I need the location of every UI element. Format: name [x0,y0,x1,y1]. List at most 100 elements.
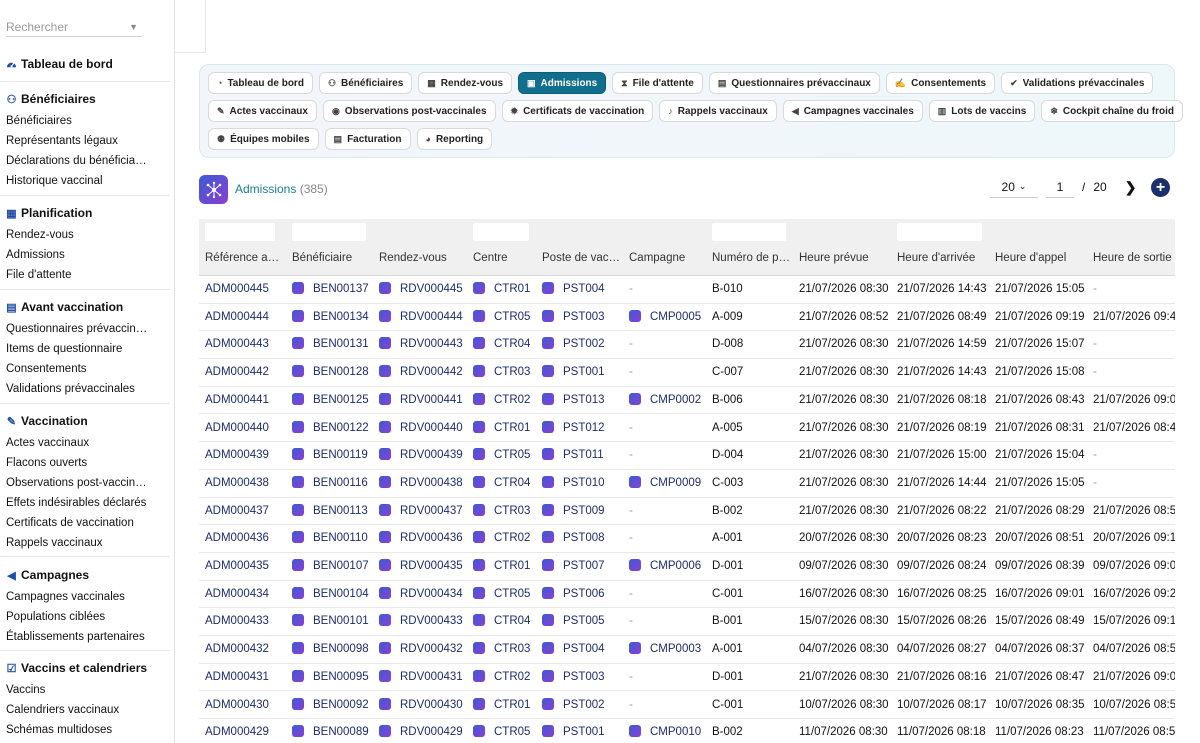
table-cell[interactable]: BEN00125 [292,387,376,414]
table-cell[interactable]: ADM000438 [205,470,289,497]
table-row[interactable]: ADM000445 BEN00137 RDV000445 CTR01 PST004 - B-… [199,276,1175,304]
sidebar-item[interactable]: Campagnes vaccinales [6,587,166,607]
filter-input-numero[interactable] [712,223,786,241]
table-row[interactable]: ADM000433 BEN00101 RDV000433 CTR04 PST005 - B-… [199,608,1175,637]
sidebar-item[interactable]: Certificats de vaccination [6,513,166,533]
column-header[interactable]: Heure d'arrivée [897,252,989,264]
table-row[interactable]: ADM000431 BEN00095 RDV000431 CTR02 PST003 - D-… [199,664,1175,692]
filter-input-beneficiaire[interactable] [292,223,366,241]
table-cell[interactable]: ADM000430 [205,692,289,719]
table-cell[interactable]: CTR05 [473,719,537,743]
table-cell[interactable]: CTR04 [473,470,537,497]
table-cell[interactable]: RDV000433 [379,608,468,635]
table-cell[interactable]: PST001 [542,359,626,386]
sidebar-item[interactable]: Déclarations du bénéficia… [6,151,166,171]
nav-tab-consentements[interactable]: ✍ Consentements [885,72,996,94]
table-cell[interactable]: PST001 [542,719,626,743]
filter-input-heure-arrivee[interactable] [897,223,982,241]
nav-tab-rappels-vaccinaux[interactable]: ♪ Rappels vaccinaux [659,100,777,122]
sidebar-item[interactable]: Historique vaccinal [6,171,166,191]
table-row[interactable]: ADM000432 BEN00098 RDV000432 CTR03 PST004 CMP… [199,636,1175,664]
table-cell[interactable]: ADM000440 [205,415,289,442]
table-cell[interactable]: BEN00131 [292,331,376,358]
sidebar-item[interactable]: Vaccins [6,680,166,700]
table-cell[interactable]: BEN00137 [292,276,376,303]
table-cell[interactable]: RDV000429 [379,719,468,743]
table-cell[interactable]: PST003 [542,664,626,691]
nav-tab-questionnaires-pr-vaccinaux[interactable]: ▤ Questionnaires prévaccinaux [708,72,880,94]
table-row[interactable]: ADM000443 BEN00131 RDV000443 CTR04 PST002 - D-… [199,331,1175,360]
table-cell[interactable]: ADM000435 [205,553,289,580]
table-cell[interactable]: BEN00095 [292,664,376,691]
sidebar-item[interactable]: Bénéficiaires [6,111,166,131]
sidebar-item[interactable]: Rendez-vous [6,225,166,245]
sidebar-section-title[interactable]: ◀ Campagnes [6,567,166,583]
table-cell[interactable]: PST002 [542,692,626,719]
table-cell[interactable]: BEN00104 [292,581,376,608]
column-header[interactable]: Campagne [629,252,704,264]
table-cell[interactable]: ADM000441 [205,387,289,414]
page-size-select[interactable]: 20 ⌄ [990,176,1038,198]
table-cell[interactable]: BEN00128 [292,359,376,386]
nav-tab--quipes-mobiles[interactable]: ⚉ Équipes mobiles [208,128,319,150]
table-cell[interactable]: CMP0005 [629,304,708,331]
table-cell[interactable]: ADM000445 [205,276,289,303]
nav-tab-reporting[interactable]: ◕ Reporting [416,128,493,150]
table-cell[interactable]: ADM000444 [205,304,289,331]
table-row[interactable]: ADM000441 BEN00125 RDV000441 CTR02 PST013 CMP… [199,387,1175,415]
table-cell[interactable]: ADM000439 [205,442,289,469]
table-row[interactable]: ADM000430 BEN00092 RDV000430 CTR01 PST002 - C-… [199,692,1175,720]
nav-tab-facturation[interactable]: ▤ Facturation [324,128,411,150]
table-cell[interactable]: PST005 [542,608,626,635]
column-header[interactable]: Référence a… [205,252,285,264]
sidebar-item[interactable]: Schémas multidoses [6,720,166,740]
sidebar-section-title[interactable]: ▤ Avant vaccination [6,299,166,315]
sidebar-item[interactable]: File d'attente [6,265,166,285]
table-cell[interactable]: CMP0002 [629,387,708,414]
column-header[interactable]: Numéro de p… [712,252,792,264]
table-row[interactable]: ADM000429 BEN00089 RDV000429 CTR05 PST001 CMP… [199,719,1175,743]
table-cell[interactable]: PST004 [542,276,626,303]
table-cell[interactable]: BEN00134 [292,304,376,331]
table-cell[interactable]: PST013 [542,387,626,414]
table-cell[interactable]: ADM000436 [205,525,289,552]
nav-tab-cockpit-cha-ne-du-froid[interactable]: ❄ Cockpit chaîne du froid [1041,100,1183,122]
sidebar-item[interactable]: Actes vaccinaux [6,433,166,453]
table-cell[interactable]: ADM000434 [205,581,289,608]
table-cell[interactable]: RDV000439 [379,442,468,469]
table-cell[interactable]: BEN00110 [292,525,376,552]
table-cell[interactable]: RDV000442 [379,359,468,386]
table-cell[interactable]: RDV000438 [379,470,468,497]
filter-input-centre[interactable] [473,223,529,241]
table-cell[interactable]: ADM000443 [205,331,289,358]
table-cell[interactable]: ADM000429 [205,719,289,743]
table-cell[interactable]: RDV000437 [379,498,468,525]
column-header[interactable]: Poste de vac… [542,252,622,264]
table-cell[interactable]: PST009 [542,498,626,525]
table-cell[interactable]: RDV000444 [379,304,468,331]
table-cell[interactable]: PST006 [542,581,626,608]
nav-tab-rendez-vous[interactable]: ▦ Rendez-vous [418,72,513,94]
sidebar-item[interactable]: Items de questionnaire [6,339,166,359]
table-cell[interactable]: BEN00089 [292,719,376,743]
table-cell[interactable]: BEN00101 [292,608,376,635]
table-cell[interactable]: PST012 [542,415,626,442]
column-header[interactable]: Centre [473,252,533,264]
table-cell[interactable]: PST010 [542,470,626,497]
table-cell[interactable]: RDV000443 [379,331,468,358]
sidebar-item[interactable]: Validations prévaccinales [6,379,166,399]
table-cell[interactable]: RDV000436 [379,525,468,552]
filter-input-reference[interactable] [205,223,275,241]
table-cell[interactable]: ADM000437 [205,498,289,525]
table-cell[interactable]: ADM000431 [205,664,289,691]
table-cell[interactable]: CTR05 [473,304,537,331]
sidebar-section-title[interactable]: ⚇ Bénéficiaires [6,91,166,107]
table-cell[interactable]: CMP0010 [629,719,708,743]
table-cell[interactable]: CTR02 [473,387,537,414]
table-cell[interactable]: ADM000432 [205,636,289,663]
table-row[interactable]: ADM000444 BEN00134 RDV000444 CTR05 PST003 CMP… [199,304,1175,332]
sidebar-item[interactable]: Calendriers vaccinaux [6,700,166,720]
table-cell[interactable]: PST004 [542,636,626,663]
nav-tab-campagnes-vaccinales[interactable]: ◀ Campagnes vaccinales [782,100,923,122]
sidebar-item[interactable]: Flacons ouverts [6,453,166,473]
